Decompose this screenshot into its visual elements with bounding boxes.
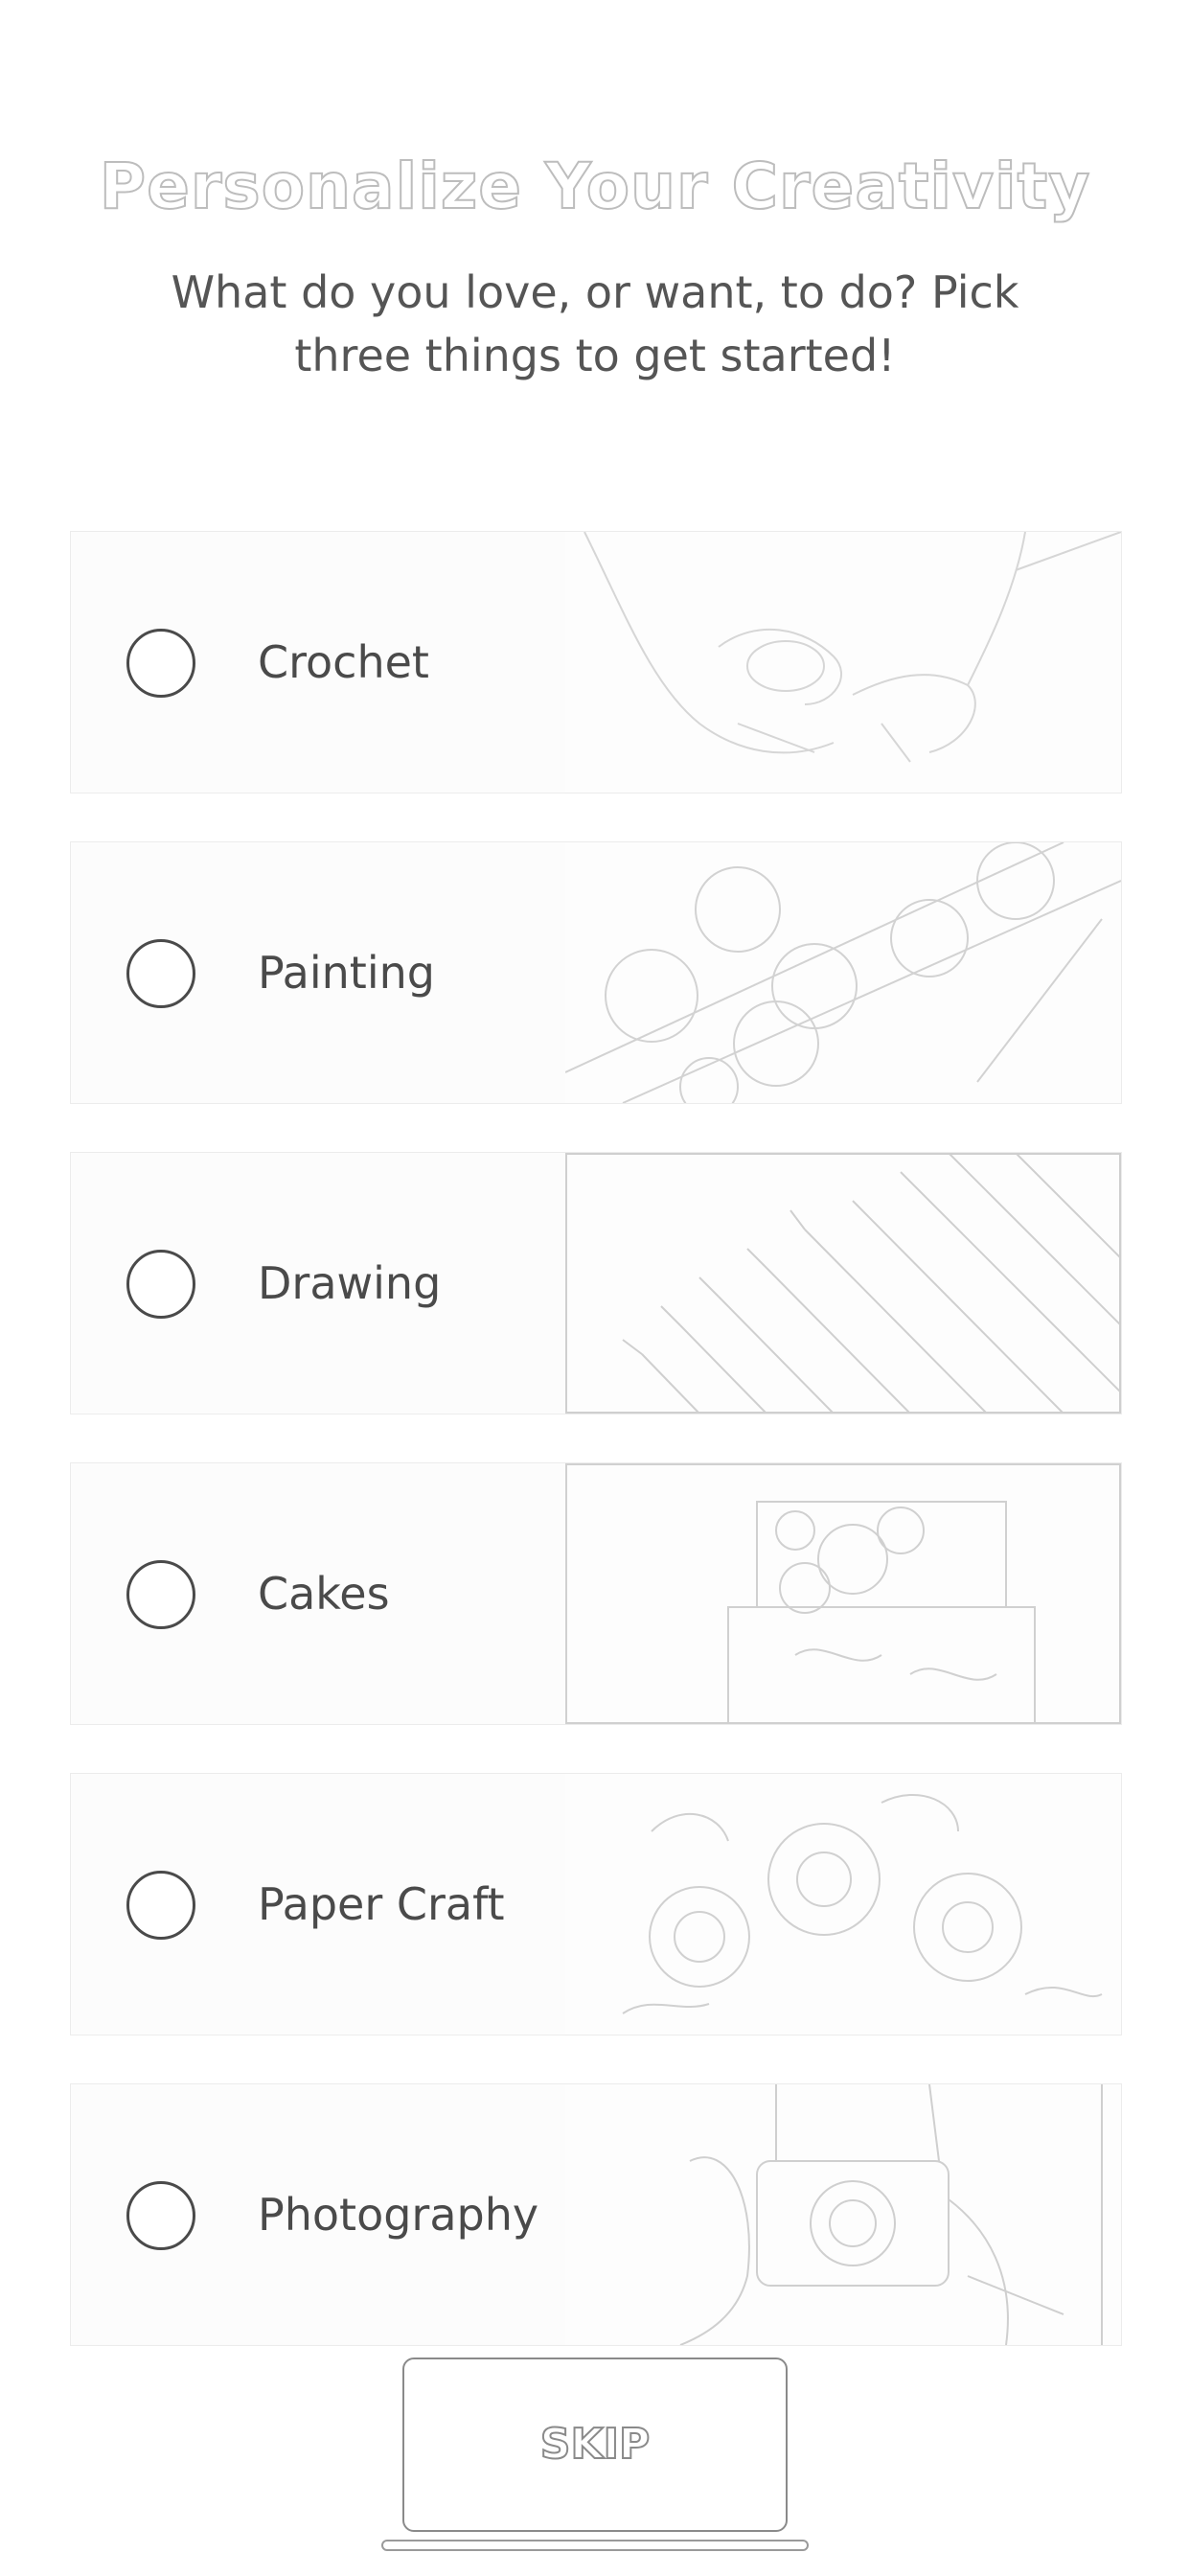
photography-image	[565, 2084, 1121, 2345]
option-paper-craft[interactable]: Paper Craft	[70, 1773, 1122, 2036]
skip-button-shadow	[381, 2540, 809, 2551]
option-label: Painting	[258, 947, 435, 999]
option-label: Crochet	[258, 636, 429, 688]
paper-craft-radio[interactable]	[126, 1871, 195, 1940]
option-drawing[interactable]: Drawing	[70, 1152, 1122, 1414]
option-cakes[interactable]: Cakes	[70, 1462, 1122, 1725]
cakes-radio[interactable]	[126, 1560, 195, 1629]
interest-options-list: Crochet Painting Drawing Cakes Paper Cra…	[70, 531, 1122, 2394]
drawing-image	[565, 1153, 1121, 1414]
option-crochet[interactable]: Crochet	[70, 531, 1122, 794]
crochet-image	[565, 532, 1121, 793]
photography-radio[interactable]	[126, 2181, 195, 2250]
option-painting[interactable]: Painting	[70, 841, 1122, 1104]
crochet-radio[interactable]	[126, 629, 195, 698]
option-label: Paper Craft	[258, 1878, 505, 1930]
painting-radio[interactable]	[126, 939, 195, 1008]
cakes-image	[565, 1463, 1121, 1724]
page-subtitle: What do you love, or want, to do? Pick t…	[171, 266, 1019, 381]
option-photography[interactable]: Photography	[70, 2083, 1122, 2346]
skip-button-group: SKIP	[381, 2358, 809, 2553]
skip-button[interactable]: SKIP	[402, 2358, 788, 2532]
paper-craft-image	[565, 1774, 1121, 2035]
option-label: Drawing	[258, 1257, 442, 1309]
drawing-radio[interactable]	[126, 1250, 195, 1319]
option-label: Cakes	[258, 1568, 390, 1620]
painting-image	[565, 842, 1121, 1103]
option-label: Photography	[258, 2189, 539, 2241]
page-title: Personalize Your Creativity	[99, 149, 1091, 224]
